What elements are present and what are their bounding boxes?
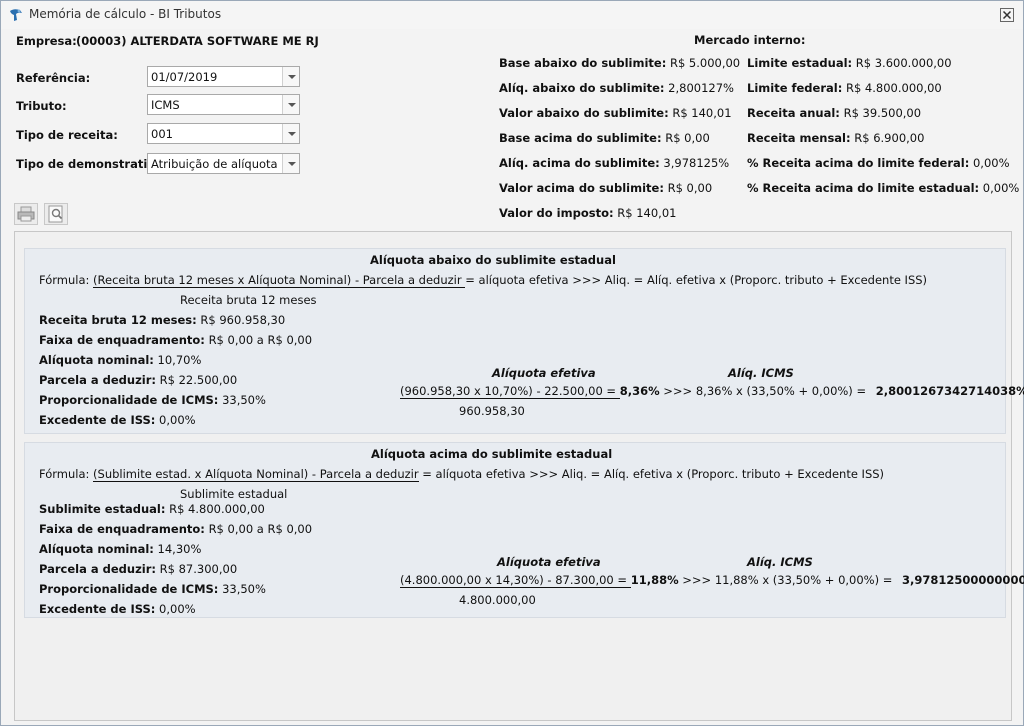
calc-header-efetiva: Alíquota efetiva [492,366,596,380]
field-row: Faixa de enquadramento: R$ 0,00 a R$ 0,0… [39,333,313,347]
empresa-label: Empresa: [16,34,77,48]
chevron-down-icon[interactable] [282,95,299,114]
mercado-right-row: Receita mensal: R$ 6.900,00 [747,131,925,145]
tipo-receita-label: Tipo de receita: [16,128,118,142]
mercado-left-row: Valor acima do sublimite: R$ 0,00 [499,181,713,195]
mercado-right-row: Limite estadual: R$ 3.600.000,00 [747,56,952,70]
tipo-demonstrativo-dropdown[interactable]: Atribuição de alíquota [147,153,300,174]
calc-denominator: 960.958,30 [459,404,525,418]
calc-denominator: 4.800.000,00 [459,593,536,607]
calc-header-icms: Alíq. ICMS [747,555,813,569]
mercado-left-row: Alíq. acima do sublimite: 3,978125% [499,156,730,170]
mercado-left-row: Valor do imposto: R$ 140,01 [499,206,677,220]
panel-title: Alíquota abaixo do sublimite estadual [370,253,616,267]
mercado-right-row: % Receita acima do limite estadual: 0,00… [747,181,1020,195]
calc-header-efetiva: Alíquota efetiva [497,555,601,569]
window-title: Memória de cálculo - BI Tributos [29,7,222,21]
mercado-left-row: Alíq. abaixo do sublimite: 2,800127% [499,81,734,95]
field-row: Proporcionalidade de ICMS: 33,50% [39,582,266,596]
chevron-down-icon[interactable] [282,124,299,143]
empresa-value: (00003) ALTERDATA SOFTWARE ME RJ [76,34,319,48]
calc-header-icms: Alíq. ICMS [728,366,794,380]
close-icon[interactable] [999,7,1015,23]
printer-icon [17,206,35,222]
field-row: Proporcionalidade de ICMS: 33,50% [39,393,266,407]
tipo-receita-dropdown[interactable]: 001 [147,123,300,144]
referencia-dropdown[interactable]: 01/07/2019 [147,66,300,87]
field-row: Parcela a deduzir: R$ 22.500,00 [39,373,238,387]
formula-line: Fórmula: (Sublimite estad. x Alíquota No… [39,467,885,482]
chevron-down-icon[interactable] [282,154,299,173]
preview-button[interactable] [44,203,68,225]
field-row: Excedente de ISS: 0,00% [39,413,196,427]
panel-above-sublimit: Alíquota acima do sublimite estadual Fór… [24,442,1024,618]
field-row: Sublimite estadual: R$ 4.800.000,00 [39,502,265,516]
panel-below-sublimit: Alíquota abaixo do sublimite estadual Fó… [24,248,1024,434]
formula-line: Fórmula: (Receita bruta 12 meses x Alíqu… [39,273,928,288]
calc-line: (960.958,30 x 10,70%) - 22.500,00 = 8,36… [400,384,1024,399]
mercado-left-row: Base acima do sublimite: R$ 0,00 [499,131,710,145]
mercado-right-row: Receita anual: R$ 39.500,00 [747,106,922,120]
tipo-demonstrativo-value: Atribuição de alíquota [151,157,278,171]
field-row: Parcela a deduzir: R$ 87.300,00 [39,562,238,576]
tributo-label: Tributo: [16,99,67,113]
print-button[interactable] [14,203,38,225]
formula-denominator: Receita bruta 12 meses [180,293,317,307]
referencia-value: 01/07/2019 [151,70,218,84]
app-logo-icon [10,9,22,21]
title-bar: Memória de cálculo - BI Tributos [1,1,1023,29]
tipo-receita-value: 001 [151,127,173,141]
tributo-value: ICMS [151,98,180,112]
mercado-left-row: Base abaixo do sublimite: R$ 5.000,00 [499,56,741,70]
calc-line: (4.800.000,00 x 14,30%) - 87.300,00 = 11… [400,573,1024,588]
mercado-title: Mercado interno: [694,33,806,47]
tributo-dropdown[interactable]: ICMS [147,94,300,115]
mercado-right-row: % Receita acima do limite federal: 0,00% [747,156,1010,170]
magnifier-icon [48,205,63,223]
report-content[interactable]: Alíquota abaixo do sublimite estadual Fó… [14,231,1024,721]
panel-title: Alíquota acima do sublimite estadual [371,447,613,461]
tipo-demonstrativo-label: Tipo de demonstrativo: [16,157,168,171]
field-row: Excedente de ISS: 0,00% [39,602,196,616]
formula-denominator: Sublimite estadual [180,487,288,501]
field-row: Faixa de enquadramento: R$ 0,00 a R$ 0,0… [39,522,313,536]
mercado-left-row: Valor abaixo do sublimite: R$ 140,01 [499,106,732,120]
chevron-down-icon[interactable] [282,67,299,86]
mercado-right-row: Limite federal: R$ 4.800.000,00 [747,81,942,95]
field-row: Alíquota nominal: 10,70% [39,353,202,367]
field-row: Receita bruta 12 meses: R$ 960.958,30 [39,313,286,327]
calculation-memory-window: Memória de cálculo - BI Tributos Empresa… [0,0,1024,726]
field-row: Alíquota nominal: 14,30% [39,542,202,556]
referencia-label: Referência: [16,71,91,85]
